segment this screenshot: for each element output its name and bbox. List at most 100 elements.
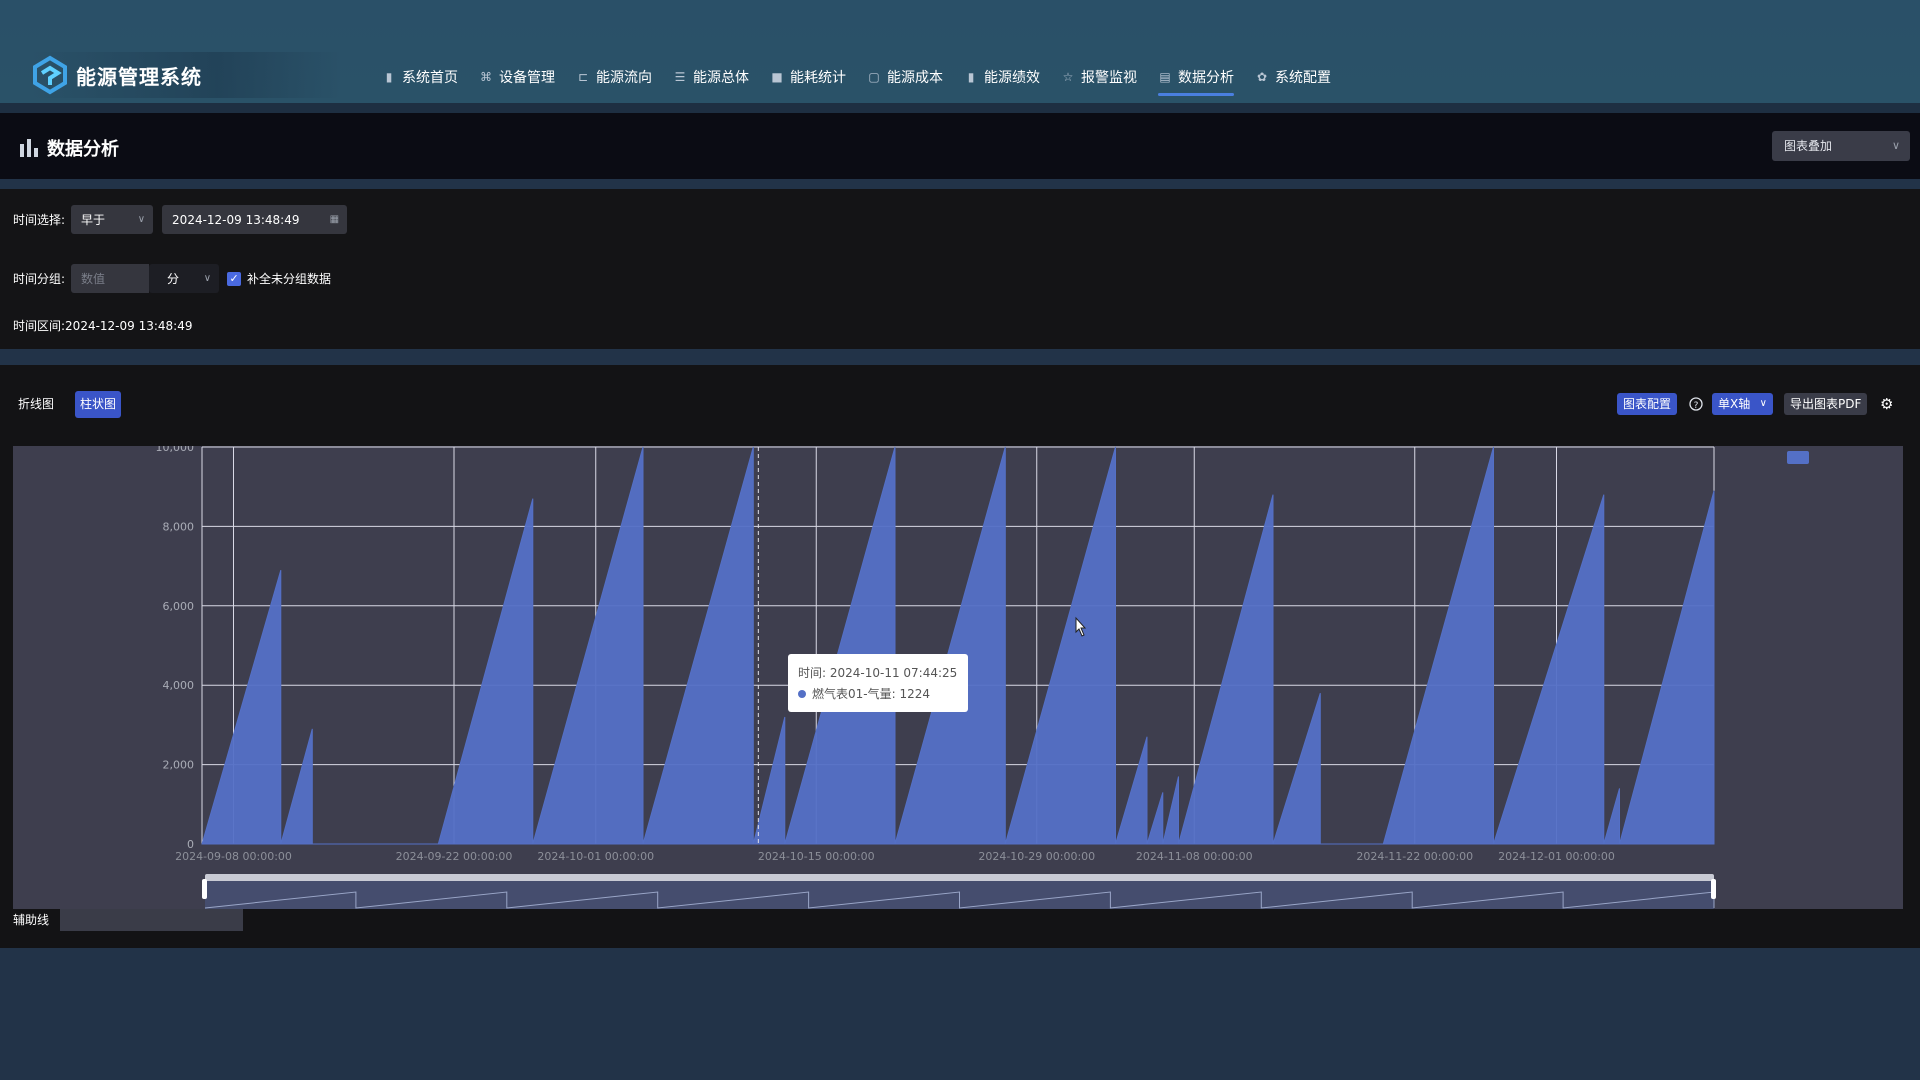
tooltip-time: 时间: 2024-10-11 07:44:25 (798, 666, 957, 680)
chevron-down-icon: ∨ (203, 273, 212, 284)
chart-overlay-value: 图表叠加 (1784, 139, 1833, 153)
chevron-down-icon: ∨ (1891, 139, 1900, 152)
nav-item-label: 系统配置 (1275, 70, 1331, 86)
nav-item-label: 系统首页 (402, 70, 458, 86)
page-footer-bg (0, 948, 1920, 1080)
y-tick-label: 4,000 (163, 679, 195, 692)
chevron-down-icon: ∨ (1759, 398, 1767, 409)
chart-overlay-select[interactable]: 图表叠加 ∨ (1772, 131, 1910, 161)
nav-item-label: 能源流向 (596, 70, 652, 86)
nav-item-label: 能耗统计 (790, 70, 846, 86)
x-tick-label: 2024-09-08 00:00:00 (175, 850, 292, 863)
nav-item-label: 数据分析 (1178, 70, 1234, 86)
zoom-handle-left (202, 879, 207, 899)
time-range-label: 时间区间: (13, 319, 66, 333)
nav-item-0[interactable]: ▮ 系统首页 (382, 62, 458, 92)
database-icon: ☰ (674, 70, 686, 84)
flow-icon: ⊏ (577, 70, 589, 84)
x-tick-label: 2024-10-29 00:00:00 (978, 850, 1095, 863)
bar-chart-icon: ▮ (385, 70, 393, 84)
gear-icon: ✿ (1256, 70, 1268, 84)
time-select-row: 时间选择: 早于 ∨ 2024-12-09 13:48:49 ▦ (13, 205, 348, 234)
zoom-slider-track (205, 874, 1714, 881)
calendar-icon: ▦ (329, 214, 340, 225)
tooltip-series-dot (798, 690, 806, 698)
nav-item-2[interactable]: ⊏ 能源流向 (576, 62, 652, 92)
nav-item-3[interactable]: ☰ 能源总体 (673, 62, 749, 92)
nav-item-1[interactable]: ⌘ 设备管理 (479, 62, 555, 92)
logo-icon (33, 55, 67, 95)
stats-icon: ■ (771, 70, 783, 84)
bar-chart-icon: ▮ (967, 70, 975, 84)
bar-chart-icon (20, 139, 38, 157)
analysis-icon: ▤ (1159, 70, 1171, 84)
time-group-label: 时间分组: (13, 272, 66, 286)
group-unit-select[interactable]: 分 ∨ (149, 264, 220, 293)
y-tick-label: 6,000 (163, 600, 195, 613)
tooltip-value: 燃气表01-气量: 1224 (812, 686, 930, 701)
time-select-label: 时间选择: (13, 213, 66, 227)
x-tick-label: 2024-10-15 00:00:00 (758, 850, 875, 863)
x-tick-label: 2024-10-01 00:00:00 (537, 850, 654, 863)
page-header: 数据分析 图表叠加 ∨ (0, 113, 1920, 179)
nav-item-9[interactable]: ✿ 系统配置 (1255, 62, 1331, 92)
area-chart[interactable]: 02,0004,0006,0008,00010,0002024-09-08 00… (13, 441, 1903, 909)
separator-band (0, 103, 1920, 113)
aux-line-label: 辅助线 (13, 913, 50, 927)
chart-tooltip: 时间: 2024-10-11 07:44:25 燃气表01-气量: 1224 (788, 654, 968, 712)
help-icon[interactable]: ? (1689, 393, 1703, 415)
time-value-picker[interactable]: 2024-12-09 13:48:49 ▦ (162, 205, 348, 234)
nav-item-7[interactable]: ☆ 报警监视 (1061, 62, 1137, 92)
group-value-input[interactable]: 数值 (71, 264, 150, 293)
x-axis-select[interactable]: 单X轴 ∨ (1712, 393, 1773, 415)
tab-bar-chart[interactable]: 柱状图 (75, 391, 122, 418)
main-nav: ▮ 系统首页 ⌘ 设备管理 ⊏ 能源流向 ☰ 能源总体 ■ 能耗统计 ▢ 能源成本 ▮ 能源绩效 ☆ 报警监视… (382, 62, 1352, 96)
export-pdf-button[interactable]: 导出图表PDF (1784, 393, 1868, 415)
chevron-down-icon: ∨ (137, 214, 146, 225)
svg-text:?: ? (1694, 401, 1699, 411)
tab-line-chart[interactable]: 折线图 (14, 391, 58, 418)
y-tick-label: 10,000 (156, 446, 195, 454)
time-mode-value: 早于 (81, 213, 106, 227)
app-logo[interactable]: 能源管理系统 (30, 52, 342, 98)
legend-swatch (1787, 451, 1809, 464)
aux-line-input[interactable] (60, 909, 243, 931)
device-icon: ⌘ (480, 70, 492, 84)
x-axis-value: 单X轴 (1718, 397, 1751, 411)
time-value: 2024-12-09 13:48:49 (172, 212, 300, 227)
tooltip-box (788, 654, 968, 712)
alarm-icon: ☆ (1062, 70, 1074, 84)
x-tick-label: 2024-11-08 00:00:00 (1136, 850, 1253, 863)
time-range-value: 2024-12-09 13:48:49 (65, 318, 193, 333)
zoom-handle-right (1711, 879, 1716, 899)
nav-item-label: 设备管理 (499, 70, 555, 86)
group-value-placeholder: 数值 (81, 272, 106, 286)
time-range-row: 时间区间: 2024-12-09 13:48:49 (13, 317, 193, 334)
y-tick-label: 8,000 (163, 520, 195, 533)
nav-item-5[interactable]: ▢ 能源成本 (867, 62, 943, 92)
page-title-text: 数据分析 (47, 139, 119, 160)
x-tick-label: 2024-09-22 00:00:00 (396, 850, 513, 863)
nav-item-4[interactable]: ■ 能耗统计 (770, 62, 846, 92)
x-tick-label: 2024-11-22 00:00:00 (1356, 850, 1473, 863)
fill-ungrouped-checkbox[interactable]: ✓ (227, 271, 242, 286)
nav-item-6[interactable]: ▮ 能源绩效 (964, 62, 1040, 92)
filter-panel: 时间选择: 早于 ∨ 2024-12-09 13:48:49 ▦ 时间分组: 数… (0, 189, 1920, 349)
top-bar: 能源管理系统 ▮ 系统首页 ⌘ 设备管理 ⊏ 能源流向 ☰ 能源总体 ■ 能耗统计 ▢ 能源成本 ▮ 能源… (0, 0, 1920, 103)
series-area-0 (201, 446, 1715, 845)
nav-item-label: 能源总体 (693, 70, 749, 86)
nav-item-8[interactable]: ▤ 数据分析 (1158, 62, 1234, 96)
chart-plot-area[interactable]: 0 2,000 4,000 6,000 8,000 10,000 2024-09-08 00… (13, 441, 1903, 909)
chart-config-button[interactable]: 图表配置 (1617, 393, 1678, 415)
chart-panel: 折线图 柱状图 图表配置 ? 单X轴 ∨ 导出图表PDF ⚙ 0 2,000 4,0… (0, 365, 1920, 948)
group-unit-value: 分 (167, 272, 180, 286)
y-tick-label: 2,000 (163, 759, 195, 772)
nav-item-label: 报警监视 (1081, 70, 1137, 86)
time-group-row: 时间分组: 数值 分 ∨ ✓ 补全未分组数据 (13, 264, 331, 293)
document-icon: ▢ (868, 70, 880, 84)
time-mode-select[interactable]: 早于 ∨ (71, 205, 154, 234)
app-title: 能源管理系统 (76, 64, 202, 89)
settings-gear-icon[interactable]: ⚙ (1880, 393, 1893, 415)
page-title: 数据分析 (19, 135, 119, 161)
x-tick-label: 2024-12-01 00:00:00 (1498, 850, 1615, 863)
